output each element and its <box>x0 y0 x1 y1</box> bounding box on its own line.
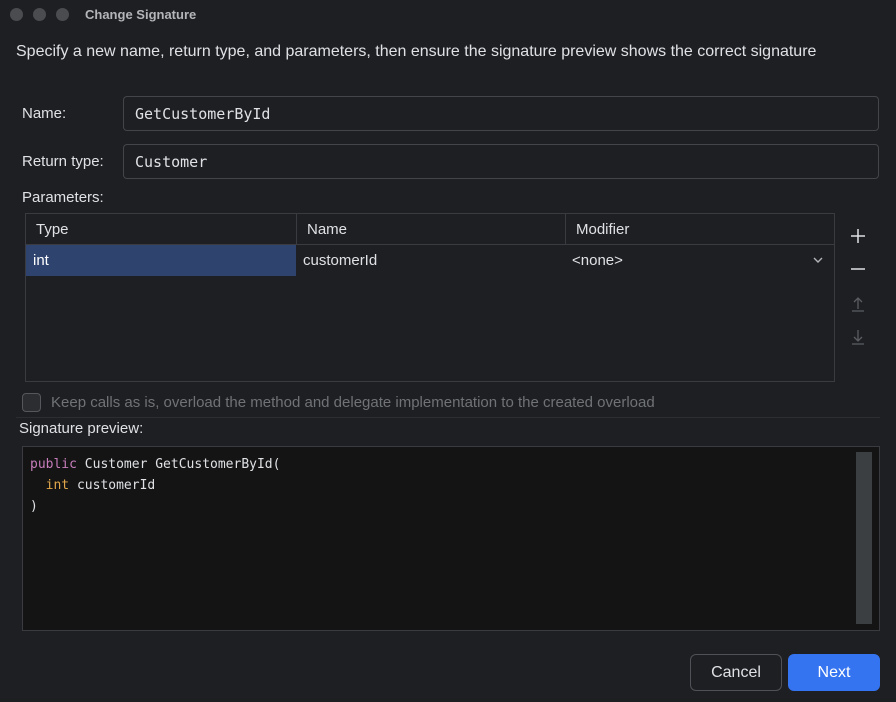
name-field[interactable]: GetCustomerById <box>123 96 879 131</box>
divider <box>16 417 880 418</box>
code-line-3: ) <box>30 497 879 518</box>
plus-icon <box>851 229 865 243</box>
cancel-button[interactable]: Cancel <box>690 654 782 691</box>
code-type-keyword: int <box>45 478 70 493</box>
column-header-type[interactable]: Type <box>26 214 296 245</box>
arrow-down-icon <box>852 330 864 345</box>
code-keyword: public <box>30 457 77 472</box>
return-type-field-value: Customer <box>135 152 208 171</box>
code-line-1: public Customer GetCustomerById( <box>30 455 879 476</box>
minus-icon <box>851 268 865 270</box>
next-button[interactable]: Next <box>788 654 880 691</box>
code-text: ) <box>30 499 38 514</box>
title-bar: Change Signature <box>0 0 896 30</box>
preview-scrollbar[interactable] <box>856 452 872 624</box>
code-text: customerId <box>69 478 156 493</box>
parameters-table: Type Name Modifier int customerId <none> <box>25 213 835 382</box>
cell-type[interactable]: int <box>26 245 296 276</box>
chevron-down-icon <box>813 257 823 263</box>
name-field-value: GetCustomerById <box>135 104 271 123</box>
signature-preview-label: Signature preview: <box>19 420 144 437</box>
parameters-label: Parameters: <box>22 189 104 206</box>
add-parameter-button[interactable] <box>845 223 871 249</box>
window-title: Change Signature <box>85 7 197 22</box>
overload-checkbox[interactable] <box>22 393 41 412</box>
minimize-window-button[interactable] <box>33 8 46 21</box>
zoom-window-button[interactable] <box>56 8 69 21</box>
column-header-name[interactable]: Name <box>296 214 565 245</box>
return-type-label: Return type: <box>22 153 104 170</box>
close-window-button[interactable] <box>10 8 23 21</box>
move-down-button[interactable] <box>845 324 871 350</box>
overload-checkbox-label: Keep calls as is, overload the method an… <box>51 394 655 411</box>
arrow-up-icon <box>852 297 864 312</box>
remove-parameter-button[interactable] <box>845 256 871 282</box>
signature-preview: public Customer GetCustomerById( int cus… <box>22 446 880 631</box>
modifier-dropdown[interactable]: <none> <box>565 245 834 276</box>
code-line-2: int customerId <box>30 476 879 497</box>
move-up-button[interactable] <box>845 291 871 317</box>
instruction-text: Specify a new name, return type, and par… <box>16 43 817 60</box>
cell-name[interactable]: customerId <box>296 245 565 276</box>
code-text: Customer GetCustomerById( <box>76 457 281 472</box>
return-type-field[interactable]: Customer <box>123 144 879 179</box>
column-header-modifier[interactable]: Modifier <box>565 214 834 245</box>
cell-modifier: <none> <box>572 252 623 269</box>
name-label: Name: <box>22 105 67 122</box>
